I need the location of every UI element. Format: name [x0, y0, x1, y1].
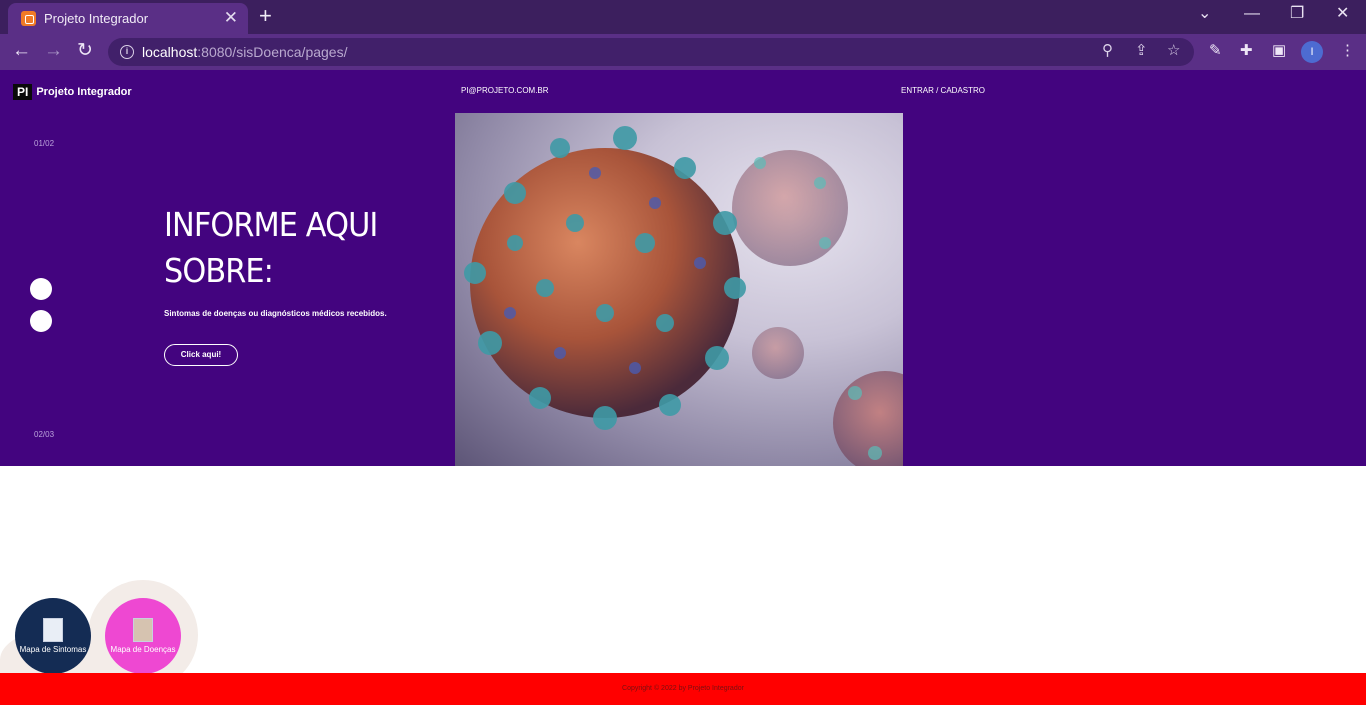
mapa-doencas-label: Mapa de Doenças: [110, 645, 176, 654]
restore-icon[interactable]: ❐: [1290, 4, 1304, 24]
tab-search-chevron-icon[interactable]: ⌄: [1198, 4, 1211, 24]
close-window-icon[interactable]: ✕: [1336, 4, 1349, 24]
symptoms-map-thumbnail-icon: [43, 618, 63, 642]
extensions-puzzle-icon[interactable]: ✚: [1240, 42, 1253, 60]
login-register-link[interactable]: ENTRAR / CADASTRO: [901, 86, 985, 95]
share-icon[interactable]: ⇪: [1135, 42, 1148, 60]
mapa-sintomas-button[interactable]: Mapa de Sintomas: [15, 598, 91, 674]
hero-title: INFORME AQUI SOBRE:: [164, 205, 378, 290]
brand-name: Projeto Integrador: [36, 86, 132, 98]
minimize-icon[interactable]: —: [1244, 4, 1260, 24]
slide-counter-top: 01/02: [34, 139, 55, 148]
mapa-doencas-button[interactable]: Mapa de Doenças: [105, 598, 181, 674]
slide-counter-bottom: 02/03: [34, 430, 55, 439]
slider-dot-2[interactable]: [30, 310, 52, 332]
forward-arrow-icon[interactable]: →: [44, 40, 63, 62]
browser-tab-bar: Projeto Integrador ✕ + ⌄ — ❐ ✕: [0, 0, 1366, 34]
reload-icon[interactable]: ↻: [77, 40, 93, 62]
xampp-favicon-icon: [21, 11, 36, 26]
browser-tab[interactable]: Projeto Integrador ✕: [8, 3, 248, 34]
zoom-icon[interactable]: ⚲: [1102, 42, 1113, 60]
footer: Copyright © 2022 by Projeto Integrador: [0, 673, 1366, 705]
page-content: PI Projeto Integrador PI@PROJETO.COM.BR …: [0, 70, 1366, 728]
bookmark-star-icon[interactable]: ☆: [1167, 42, 1180, 60]
back-arrow-icon[interactable]: ←: [12, 40, 31, 62]
address-bar[interactable]: i localhost:8080/sisDoenca/pages/ ⚲ ⇪ ☆: [108, 38, 1194, 66]
side-panel-icon[interactable]: ▣: [1272, 42, 1286, 60]
brand-logo[interactable]: PI Projeto Integrador: [13, 84, 132, 100]
close-tab-icon[interactable]: ✕: [224, 9, 238, 27]
tab-title: Projeto Integrador: [44, 11, 149, 26]
contact-email-link[interactable]: PI@PROJETO.COM.BR: [461, 86, 549, 95]
diseases-map-thumbnail-icon: [133, 618, 153, 642]
mapa-sintomas-label: Mapa de Sintomas: [19, 645, 87, 654]
click-here-button[interactable]: Click aqui!: [164, 344, 238, 366]
browser-toolbar: ← → ↻ i localhost:8080/sisDoenca/pages/ …: [0, 34, 1366, 70]
copyright-text: Copyright © 2022 by Projeto Integrador: [622, 685, 744, 692]
hero-section: PI Projeto Integrador PI@PROJETO.COM.BR …: [0, 70, 1366, 466]
brand-mark: PI: [13, 84, 33, 100]
menu-kebab-icon[interactable]: ⋮: [1340, 42, 1355, 60]
extension-pen-icon[interactable]: ✎: [1209, 42, 1222, 60]
url-text[interactable]: localhost:8080/sisDoenca/pages/: [142, 44, 347, 60]
profile-avatar[interactable]: I: [1301, 41, 1323, 63]
coronavirus-image: [455, 113, 903, 466]
slider-dot-1[interactable]: [30, 278, 52, 300]
site-info-icon[interactable]: i: [120, 45, 134, 59]
hero-subtitle: Sintomas de doenças ou diagnósticos médi…: [164, 309, 387, 318]
new-tab-icon[interactable]: +: [259, 4, 272, 28]
